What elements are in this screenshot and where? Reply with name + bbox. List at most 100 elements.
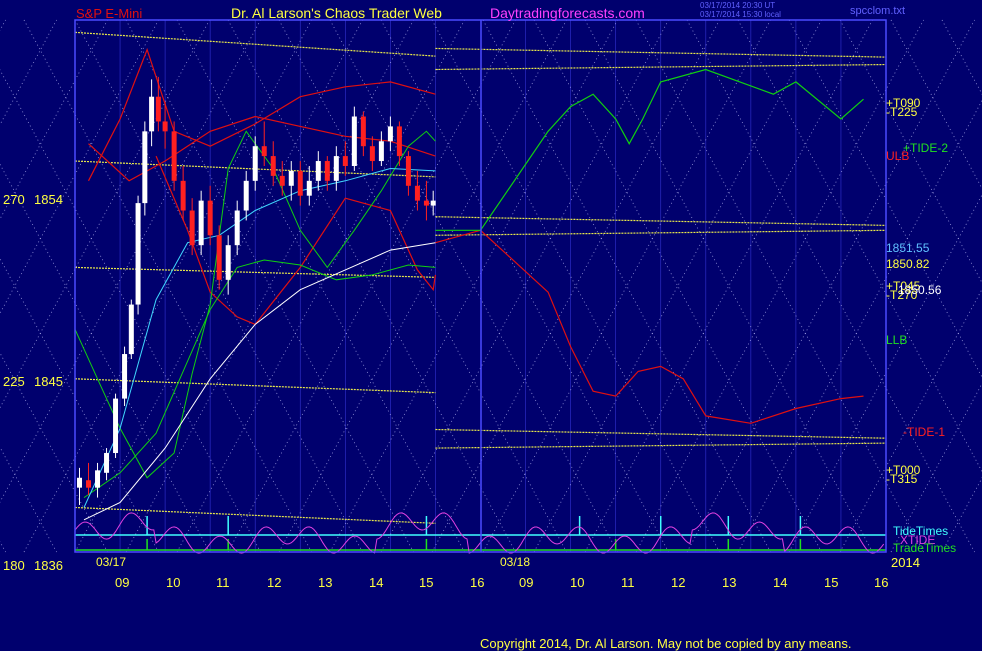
y-label-price: 1836 (34, 558, 63, 573)
tide1-forecast-curve (435, 229, 864, 424)
llb-label: LLB (886, 333, 908, 347)
price-bar-body (189, 210, 195, 246)
price-bar-body (122, 354, 128, 399)
x-tick: 10 (570, 575, 585, 590)
price-bar-body (261, 146, 267, 157)
price-bar-body (155, 96, 161, 122)
price-bar-body (252, 146, 258, 181)
price-bar-body (104, 453, 110, 473)
price-bar-body (135, 203, 141, 305)
price-bar-body (142, 131, 148, 204)
price-bar-body (77, 477, 83, 488)
flux-label-t225: -T225 (886, 105, 918, 119)
price-bar-body (324, 161, 330, 181)
tide1-label: -TIDE-1 (903, 425, 945, 439)
x-tick: 10 (166, 575, 181, 590)
lattice-line (0, 69, 261, 553)
lattice-line (0, 19, 6, 32)
trade-times-label: TradeTimes (893, 541, 957, 555)
price-bar-body (414, 185, 420, 201)
price-bar-body (387, 126, 393, 142)
chaos-trader-chart (0, 19, 982, 554)
x-tick: 15 (419, 575, 434, 590)
x-tick: 15 (824, 575, 839, 590)
flux-label-t315: -T315 (886, 472, 918, 486)
price-bar-body (180, 180, 186, 211)
copyright-notice: Copyright 2014, Dr. Al Larson. May not b… (480, 636, 852, 651)
lattice-line (0, 19, 57, 126)
x-tick: 11 (621, 575, 635, 590)
timestamp-ut: 03/17/2014 20:30 UT (700, 1, 776, 10)
value-label-white: 1850.56 (898, 283, 942, 297)
tide2-label: +TIDE-2 (903, 141, 949, 155)
price-bar-body (297, 170, 303, 196)
value-label-yellow: 1850.82 (886, 257, 930, 271)
price-bar-body (234, 210, 240, 246)
timestamp-local: 03/17/2014 15:30 local (700, 10, 781, 19)
price-bar-body (288, 170, 294, 186)
price-bar-body (423, 200, 429, 206)
x-tick: 16 (470, 575, 485, 590)
site-title: Dr. Al Larson's Chaos Trader Web (231, 5, 442, 21)
price-bar-body (279, 175, 285, 186)
lattice-line (941, 477, 982, 553)
date-label-day1: 03/17 (96, 555, 127, 569)
x-tick: 13 (318, 575, 333, 590)
lattice-line (0, 446, 57, 553)
price-bar-body (306, 180, 312, 196)
lattice-line (737, 99, 982, 553)
y-label-angle: 180 (3, 558, 25, 573)
tide2-forecast-curve (435, 68, 864, 231)
y-label-angle: 270 (3, 192, 25, 207)
price-bar-body (360, 116, 366, 147)
x-tick: 09 (519, 575, 534, 590)
x-tick: 16 (874, 575, 889, 590)
price-bar-body (430, 200, 436, 206)
price-bar-body (171, 131, 177, 181)
price-bar-body (342, 156, 348, 166)
price-bar-body (216, 235, 222, 280)
price-bars (77, 76, 436, 505)
chart-grid (0, 19, 982, 553)
price-bar-body (378, 141, 384, 162)
price-bar-body (207, 200, 213, 236)
x-tick: 14 (369, 575, 384, 590)
price-bar-body (315, 161, 321, 181)
x-tick: 09 (115, 575, 130, 590)
lattice-line (941, 19, 982, 95)
price-bar-body (396, 126, 402, 157)
instrument-title: S&P E-Mini (76, 6, 143, 21)
date-label-day2: 03/18 (500, 555, 531, 569)
price-bar-body (128, 304, 134, 355)
x-tick: 12 (267, 575, 282, 590)
price-bar-body (149, 96, 155, 132)
indicator-curves (74, 47, 864, 521)
price-bar-body (270, 156, 276, 176)
file-name: spcclom.txt (850, 5, 906, 17)
x-tick: 14 (773, 575, 788, 590)
lattice-line (737, 19, 982, 473)
price-bar-body (198, 200, 204, 246)
y-label-price: 1854 (34, 192, 63, 207)
price-bar-body (113, 398, 119, 454)
price-bar-body (351, 116, 357, 166)
x-tick: 11 (216, 575, 230, 590)
site-url-link[interactable]: Daytradingforecasts.com (490, 6, 645, 20)
value-label-cyan: 1851.55 (886, 241, 930, 255)
price-bar-body (225, 245, 231, 280)
y-label-price: 1845 (34, 374, 63, 389)
xtide-curve (74, 512, 885, 554)
x-tick: 13 (722, 575, 737, 590)
lattice-line (0, 540, 6, 553)
price-bar-body (162, 121, 168, 132)
price-bar-body (243, 180, 249, 211)
year-label: 2014 (891, 555, 920, 570)
price-bar-body (86, 480, 92, 488)
price-bar-body (95, 470, 101, 488)
lattice-line (0, 19, 261, 503)
y-label-angle: 225 (3, 374, 25, 389)
x-tick: 12 (671, 575, 686, 590)
upper-band-curve (87, 47, 436, 182)
price-bar-body (333, 156, 339, 181)
price-bar-body (369, 146, 375, 162)
